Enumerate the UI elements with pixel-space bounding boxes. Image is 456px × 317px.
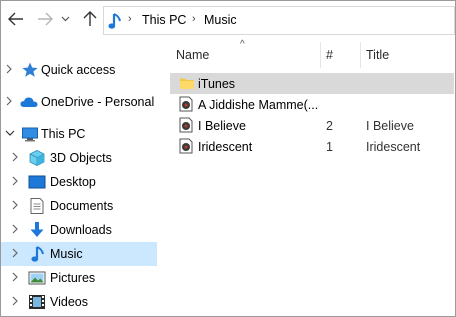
- column-divider[interactable]: [320, 42, 321, 68]
- sidebar-item-label: OneDrive - Personal: [41, 95, 155, 109]
- track-number: 1: [326, 140, 333, 154]
- sidebar-item-videos[interactable]: Videos: [1, 290, 157, 314]
- chevron-down-icon[interactable]: [5, 128, 15, 138]
- star-icon: [22, 62, 38, 77]
- chevron-right-icon[interactable]: [11, 200, 19, 210]
- chevron-right-icon[interactable]: [11, 248, 19, 258]
- sidebar-item-onedrive[interactable]: OneDrive - Personal: [1, 90, 157, 114]
- navigation-pane: Quick access OneDrive - Personal This PC…: [1, 40, 157, 316]
- file-row[interactable]: A Jiddishe Mamme(...: [170, 94, 442, 115]
- sidebar-item-label: Pictures: [50, 271, 96, 285]
- chevron-right-icon[interactable]: [5, 96, 13, 106]
- column-header-title[interactable]: Title: [366, 48, 389, 62]
- chevron-right-icon[interactable]: [11, 296, 19, 306]
- track-number: 2: [326, 119, 333, 133]
- sidebar-item-label: Documents: [50, 199, 114, 213]
- breadcrumb-music[interactable]: Music: [204, 13, 237, 27]
- sidebar-item-documents[interactable]: Documents: [1, 194, 157, 218]
- track-title: I Believe: [366, 119, 414, 133]
- file-row[interactable]: Iridescent 1 Iridescent: [170, 136, 442, 157]
- audio-file-icon: [179, 138, 193, 154]
- file-row-itunes[interactable]: iTunes: [170, 73, 454, 94]
- back-arrow-icon: [8, 12, 23, 26]
- forward-arrow-icon: [38, 12, 53, 26]
- sidebar-item-quick-access[interactable]: Quick access: [1, 58, 157, 82]
- music-note-icon: [31, 246, 44, 262]
- audio-file-icon: [179, 117, 193, 133]
- file-name: A Jiddishe Mamme(...: [198, 98, 319, 112]
- sidebar-item-label: Desktop: [50, 175, 96, 189]
- video-icon: [29, 295, 45, 309]
- address-bar[interactable]: › This PC › Music: [103, 6, 455, 35]
- cube-icon: [29, 150, 45, 166]
- column-header-name[interactable]: Name: [176, 48, 209, 62]
- file-list: ^ Name # Title iTunes A Jiddishe Mamme(.…: [158, 39, 455, 316]
- desktop-icon: [28, 175, 46, 189]
- sidebar-item-pictures[interactable]: Pictures: [1, 266, 157, 290]
- sidebar-item-downloads[interactable]: Downloads: [1, 218, 157, 242]
- file-row[interactable]: I Believe 2 I Believe: [170, 115, 442, 136]
- file-name: I Believe: [198, 119, 246, 133]
- breadcrumb-separator-icon: ›: [192, 13, 196, 25]
- sidebar-item-desktop[interactable]: Desktop: [1, 170, 157, 194]
- breadcrumb-separator-icon: ›: [128, 13, 132, 25]
- folder-icon: [180, 78, 194, 89]
- document-icon: [30, 198, 44, 214]
- sidebar-item-label: Downloads: [50, 223, 112, 237]
- sidebar-item-label: 3D Objects: [50, 151, 112, 165]
- sidebar-item-label: This PC: [41, 127, 86, 141]
- up-arrow-icon: [83, 11, 97, 26]
- computer-icon: [22, 127, 38, 142]
- chevron-right-icon[interactable]: [11, 176, 19, 186]
- breadcrumb-this-pc[interactable]: This PC: [142, 13, 186, 27]
- chevron-right-icon[interactable]: [11, 224, 19, 234]
- sort-ascending-icon: ^: [240, 39, 245, 50]
- sidebar-item-label: Quick access: [41, 63, 116, 77]
- audio-file-icon: [179, 96, 193, 112]
- navigation-bar: › This PC › Music: [1, 1, 455, 39]
- column-header-number[interactable]: #: [326, 48, 333, 62]
- back-button[interactable]: [5, 8, 27, 30]
- file-name: iTunes: [198, 77, 236, 91]
- chevron-down-icon: [61, 16, 69, 22]
- up-button[interactable]: [79, 8, 101, 30]
- track-title: Iridescent: [366, 140, 421, 154]
- chevron-right-icon[interactable]: [11, 152, 19, 162]
- sidebar-item-music[interactable]: Music: [1, 242, 157, 266]
- cloud-icon: [20, 97, 38, 107]
- sidebar-item-label: Music: [50, 247, 83, 261]
- forward-button[interactable]: [34, 8, 56, 30]
- sidebar-item-3d-objects[interactable]: 3D Objects: [1, 146, 157, 170]
- sidebar-item-label: Videos: [50, 295, 88, 309]
- column-divider[interactable]: [360, 42, 361, 68]
- file-name: Iridescent: [198, 140, 253, 154]
- recent-locations-button[interactable]: [58, 8, 72, 30]
- sidebar-item-this-pc[interactable]: This PC: [1, 122, 157, 146]
- music-note-icon: [108, 13, 121, 29]
- chevron-right-icon[interactable]: [5, 64, 13, 74]
- picture-icon: [28, 271, 46, 285]
- download-icon: [30, 222, 44, 237]
- chevron-right-icon[interactable]: [11, 272, 19, 282]
